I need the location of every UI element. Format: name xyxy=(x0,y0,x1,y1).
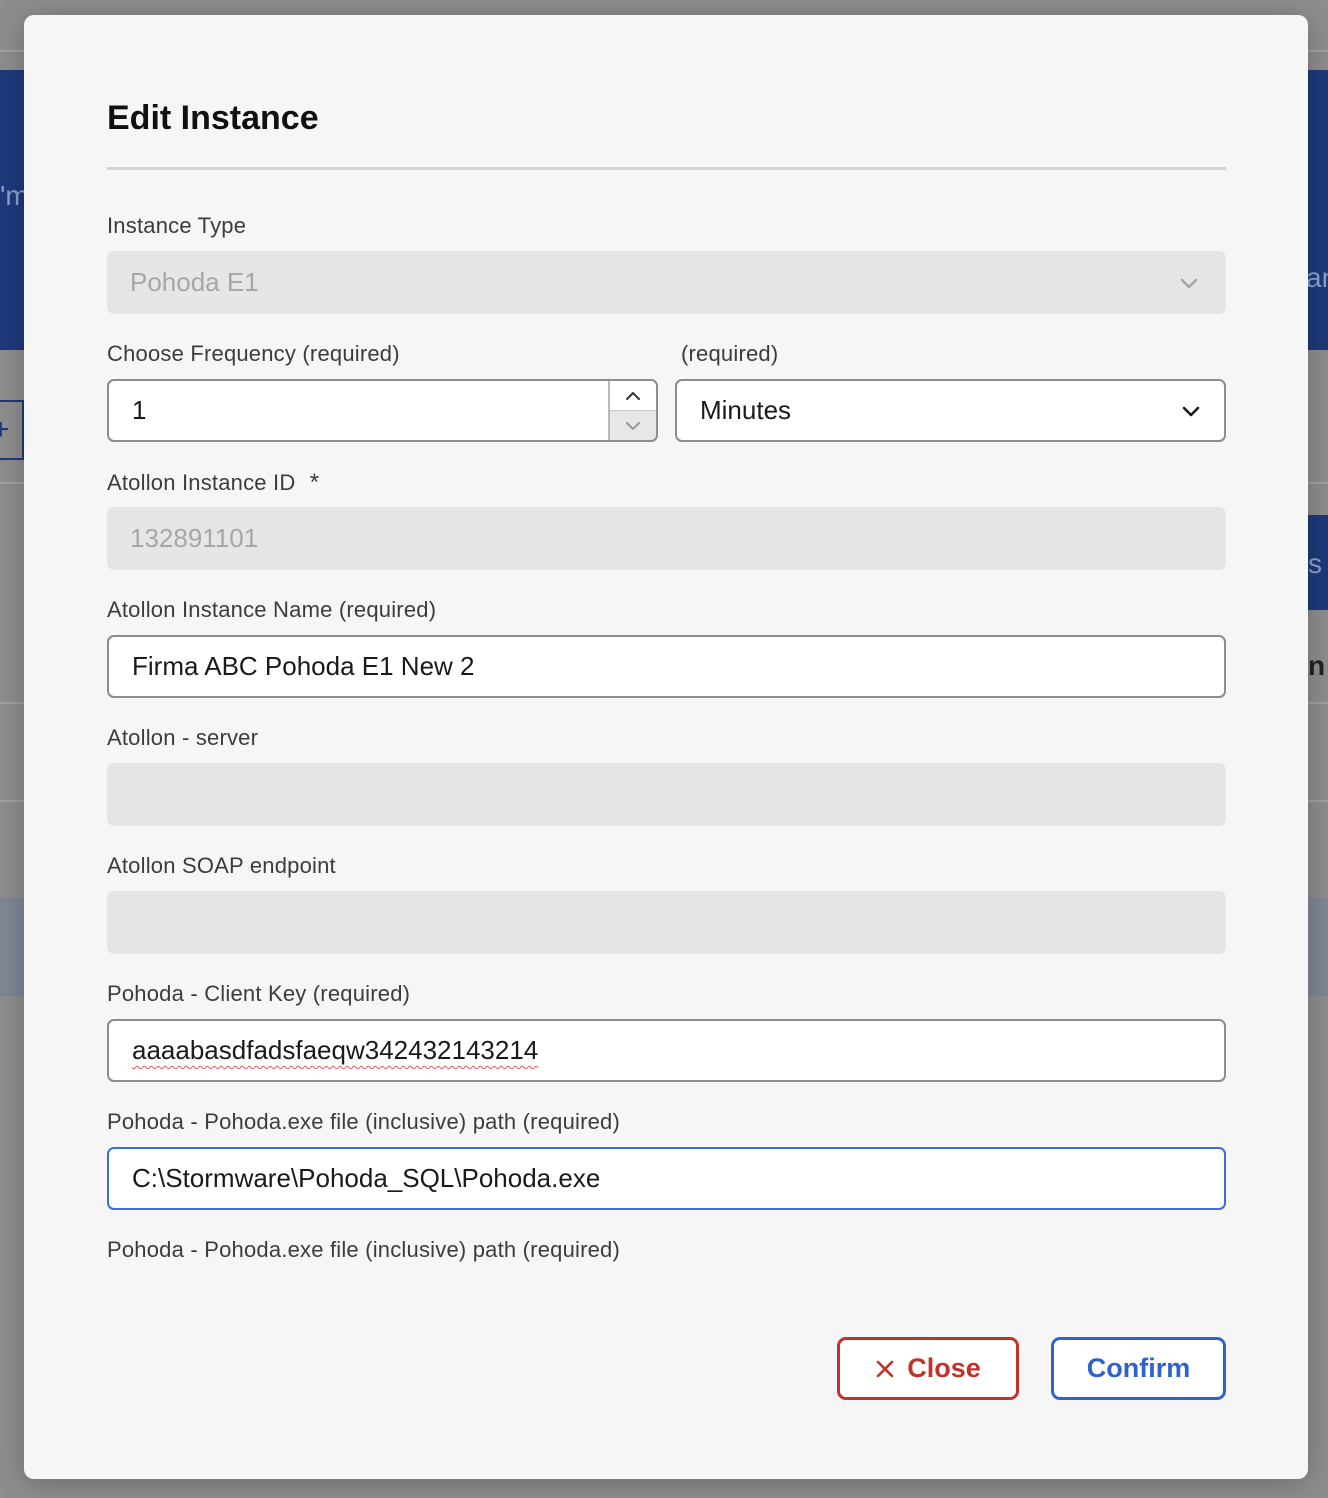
frequency-value: 1 xyxy=(132,395,147,425)
edit-instance-dialog: Edit Instance Instance Type Pohoda E1 Ch… xyxy=(24,15,1308,1479)
exe-path-help-text: Pohoda - Pohoda.exe file (inclusive) pat… xyxy=(107,1237,621,1262)
chevron-down-icon xyxy=(1182,406,1200,416)
instance-type-label: Instance Type xyxy=(107,213,247,238)
server-label: Atollon - server xyxy=(107,725,259,750)
background-panel-right xyxy=(1308,70,1328,350)
instance-id-field: 132891101 xyxy=(107,507,1226,570)
soap-endpoint-label: Atollon SOAP endpoint xyxy=(107,853,336,878)
background-text-right: an xyxy=(1306,262,1328,293)
frequency-unit-value: Minutes xyxy=(700,395,792,425)
frequency-unit-select[interactable]: Minutes xyxy=(675,379,1226,442)
exe-path-value: C:\Stormware\Pohoda_SQL\Pohoda.exe xyxy=(132,1163,601,1193)
decrement-button[interactable] xyxy=(610,411,656,440)
instance-id-value: 132891101 xyxy=(130,523,259,553)
instance-name-value: Firma ABC Pohoda E1 New 2 xyxy=(132,651,475,681)
frequency-number-input[interactable]: 1 xyxy=(107,379,658,442)
confirm-button-label: Confirm xyxy=(1086,1353,1191,1383)
dialog-title: Edit Instance xyxy=(107,99,319,137)
close-button[interactable]: Close xyxy=(837,1337,1019,1400)
client-key-value: aaaabasdfadsfaeqw342432143214 xyxy=(132,1035,539,1065)
frequency-unit-label: (required) xyxy=(681,341,779,366)
exe-path-label: Pohoda - Pohoda.exe file (inclusive) pat… xyxy=(107,1109,621,1134)
confirm-button[interactable]: Confirm xyxy=(1051,1337,1226,1400)
instance-type-value: Pohoda E1 xyxy=(130,267,259,297)
instance-id-label: Atollon Instance ID * xyxy=(107,469,319,497)
chevron-down-icon xyxy=(626,421,640,430)
instance-type-select: Pohoda E1 xyxy=(107,251,1226,314)
exe-path-input[interactable]: C:\Stormware\Pohoda_SQL\Pohoda.exe xyxy=(107,1147,1226,1210)
frequency-label: Choose Frequency (required) xyxy=(107,341,400,366)
close-button-label: Close xyxy=(907,1353,981,1383)
chevron-up-icon xyxy=(626,391,640,400)
increment-button[interactable] xyxy=(610,381,656,411)
title-divider xyxy=(107,167,1226,170)
background-text-right-2: s xyxy=(1308,548,1322,579)
close-icon xyxy=(876,1360,894,1377)
server-field xyxy=(107,763,1226,826)
chevron-down-icon xyxy=(1180,278,1198,288)
required-marker: * xyxy=(309,469,320,496)
frequency-stepper[interactable] xyxy=(608,381,656,440)
client-key-input[interactable]: aaaabasdfadsfaeqw342432143214 xyxy=(107,1019,1226,1082)
instance-name-label: Atollon Instance Name (required) xyxy=(107,597,437,622)
instance-name-input[interactable]: Firma ABC Pohoda E1 New 2 xyxy=(107,635,1226,698)
background-add-icon: + xyxy=(0,400,24,460)
soap-endpoint-field xyxy=(107,891,1226,954)
client-key-label: Pohoda - Client Key (required) xyxy=(107,981,411,1006)
background-text-right-3: n xyxy=(1308,650,1326,681)
instance-id-label-text: Atollon Instance ID xyxy=(107,470,296,495)
